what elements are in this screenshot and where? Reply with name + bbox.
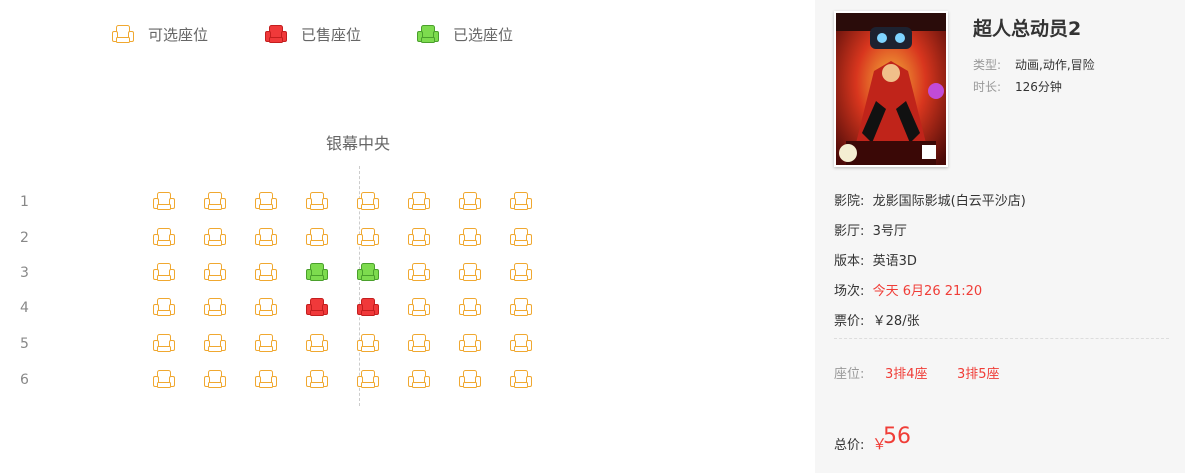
row-number: 4 (20, 300, 29, 316)
seat-selected[interactable] (357, 263, 379, 282)
divider (834, 338, 1169, 339)
seat-available[interactable] (204, 228, 226, 247)
seat-available[interactable] (255, 228, 277, 247)
seat-available[interactable] (153, 298, 175, 317)
seat-available[interactable] (255, 370, 277, 389)
seat-available[interactable] (204, 298, 226, 317)
info-cinema: 影院: 龙影国际影城(白云平沙店) (834, 190, 1026, 209)
order-panel: 超人总动员2 类型: 动画,动作,冒险 时长: 126分钟 影院: 龙影国际影城(白… (815, 0, 1185, 473)
seat-available[interactable] (204, 370, 226, 389)
chosen-seat[interactable]: 3排5座 (957, 363, 1000, 382)
seat-available[interactable] (510, 192, 532, 211)
row-number: 5 (20, 336, 29, 352)
available-seat-icon (112, 24, 134, 44)
movie-poster (834, 11, 948, 167)
seat-available[interactable] (408, 334, 430, 353)
seat-available[interactable] (510, 370, 532, 389)
seat-available[interactable] (357, 228, 379, 247)
seat-available[interactable] (306, 192, 328, 211)
seat-available[interactable] (408, 192, 430, 211)
selected-seat-icon (417, 24, 439, 44)
info-hall: 影厅: 3号厅 (834, 220, 907, 239)
info-showtime: 场次: 今天 6月26 21:20 (834, 280, 982, 299)
seat-available[interactable] (153, 192, 175, 211)
seat-available[interactable] (510, 298, 532, 317)
seat-available[interactable] (306, 370, 328, 389)
seat-available[interactable] (153, 334, 175, 353)
seat-available[interactable] (357, 370, 379, 389)
info-value: 3号厅 (872, 224, 907, 239)
seat-available[interactable] (153, 228, 175, 247)
seat-sold (306, 298, 328, 317)
seat-available[interactable] (204, 192, 226, 211)
legend-selected: 已选座位 (417, 22, 513, 46)
type-value: 动画,动作,冒险 (1015, 58, 1095, 72)
seat-available[interactable] (255, 334, 277, 353)
seat-available[interactable] (510, 263, 532, 282)
seat-available[interactable] (510, 334, 532, 353)
movie-duration: 时长: 126分钟 (973, 78, 1062, 95)
seat-available[interactable] (459, 228, 481, 247)
info-label: 影厅: (834, 224, 865, 239)
seat-label: 座位: (834, 367, 865, 382)
info-value: ￥28/张 (872, 314, 920, 329)
info-value: 今天 6月26 21:20 (872, 284, 983, 299)
seat-available[interactable] (408, 263, 430, 282)
legend-available: 可选座位 (112, 22, 208, 46)
seat-available[interactable] (459, 334, 481, 353)
info-label: 版本: (834, 254, 865, 269)
info-label: 票价: (834, 314, 865, 329)
seat-available[interactable] (510, 228, 532, 247)
seat-available[interactable] (408, 298, 430, 317)
seat-available[interactable] (255, 263, 277, 282)
legend-sold: 已售座位 (265, 22, 361, 46)
legend-label: 可选座位 (148, 25, 209, 44)
seat-available[interactable] (306, 228, 328, 247)
row-number: 6 (20, 372, 29, 388)
total-label: 总价: (834, 438, 865, 453)
info-value: 英语3D (872, 254, 917, 269)
duration-value: 126分钟 (1015, 80, 1062, 94)
info-value: 龙影国际影城(白云平沙店) (872, 194, 1026, 209)
type-label: 类型: (973, 58, 1002, 72)
sold-seat-icon (265, 24, 287, 44)
seat-available[interactable] (153, 263, 175, 282)
total-price: 56 (883, 424, 911, 449)
duration-label: 时长: (973, 80, 1002, 94)
seat-available[interactable] (255, 298, 277, 317)
seat-selected[interactable] (306, 263, 328, 282)
chosen-seat[interactable]: 3排4座 (885, 363, 928, 382)
info-label: 影院: (834, 194, 865, 209)
seat-available[interactable] (408, 370, 430, 389)
seat-available[interactable] (459, 370, 481, 389)
seat-available[interactable] (357, 334, 379, 353)
info-version: 版本: 英语3D (834, 250, 917, 269)
seat-sold (357, 298, 379, 317)
screen-label: 银幕中央 (326, 134, 391, 153)
row-number: 3 (20, 265, 29, 281)
seat-available[interactable] (204, 334, 226, 353)
seat-available[interactable] (153, 370, 175, 389)
row-number: 1 (20, 194, 29, 210)
info-price: 票价: ￥28/张 (834, 310, 920, 329)
movie-type: 类型: 动画,动作,冒险 (973, 56, 1095, 73)
seat-available[interactable] (459, 263, 481, 282)
seat-available[interactable] (357, 192, 379, 211)
seat-available[interactable] (459, 192, 481, 211)
row-number: 2 (20, 230, 29, 246)
seat-available[interactable] (255, 192, 277, 211)
info-label: 场次: (834, 284, 865, 299)
seat-available[interactable] (306, 334, 328, 353)
seat-available[interactable] (408, 228, 430, 247)
movie-title: 超人总动员2 (973, 18, 1082, 40)
seat-available[interactable] (204, 263, 226, 282)
seat-available[interactable] (459, 298, 481, 317)
legend-label: 已售座位 (301, 25, 362, 44)
legend-label: 已选座位 (453, 25, 514, 44)
